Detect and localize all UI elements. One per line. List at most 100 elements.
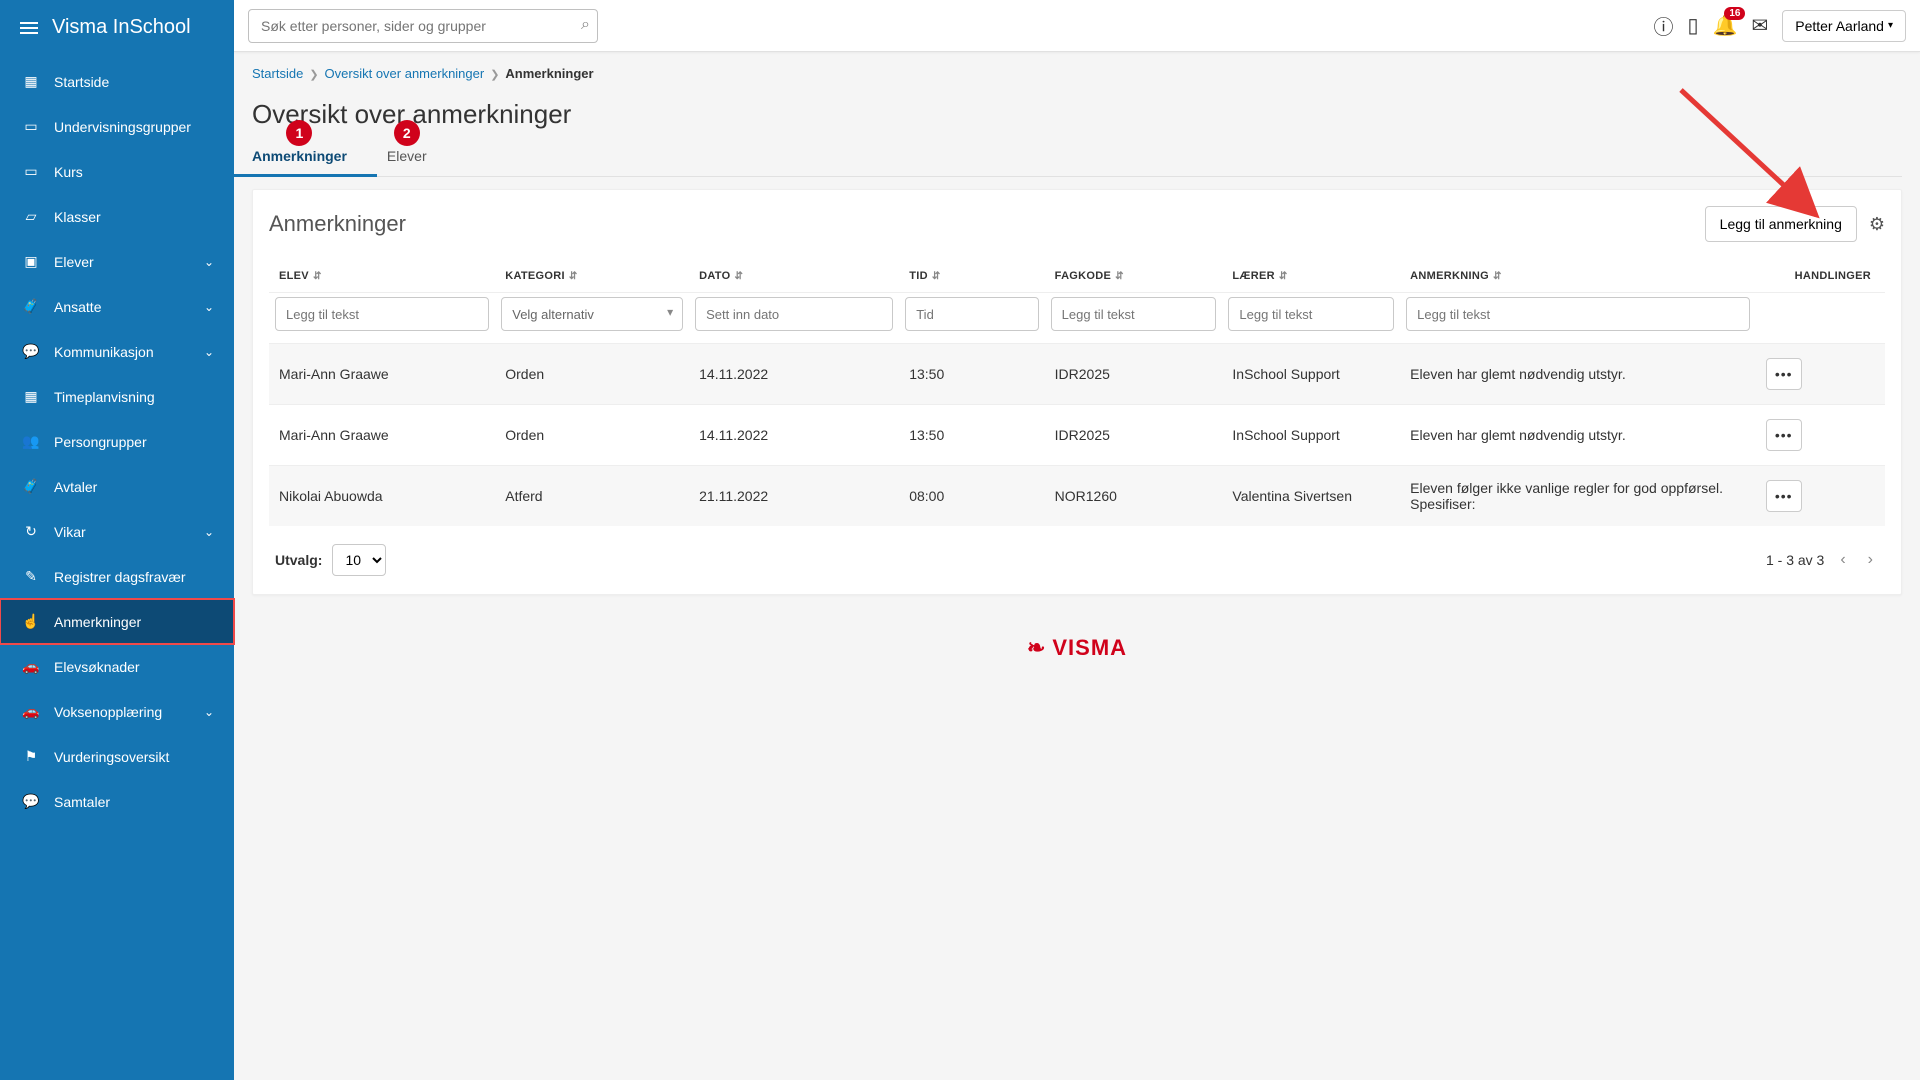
search-input[interactable] — [248, 9, 598, 43]
sidebar-item-registrer-dagsfravær[interactable]: ✎Registrer dagsfravær — [0, 554, 234, 599]
sidebar-item-voksenopplæring[interactable]: 🚗Voksenopplæring⌄ — [0, 689, 234, 734]
col-laerer[interactable]: LÆRER⇵ — [1222, 262, 1400, 293]
nav-icon: ▭ — [20, 163, 42, 180]
cell-dato: 21.11.2022 — [689, 466, 899, 527]
sidebar-item-label: Startside — [54, 74, 109, 90]
filter-anmerkning[interactable] — [1406, 297, 1750, 331]
cell-laerer: InSchool Support — [1222, 344, 1400, 405]
row-actions-button[interactable]: ••• — [1766, 419, 1802, 451]
col-handlinger: HANDLINGER — [1756, 262, 1885, 293]
sidebar: Visma InSchool ▦ Startside ▭ Undervisningsg… — [0, 0, 234, 1080]
tab-anmerkninger[interactable]: 1Anmerkninger — [252, 148, 347, 176]
filter-kategori[interactable]: Velg alternativ — [501, 297, 683, 331]
nav-icon: 🧳 — [20, 478, 42, 495]
sidebar-item-elevsøknader[interactable]: 🚗Elevsøknader — [0, 644, 234, 689]
breadcrumb: Startside❯Oversikt over anmerkninger❯Anm… — [252, 66, 1902, 81]
cell-tid: 13:50 — [899, 405, 1044, 466]
visma-logo: ❧VISMA — [1027, 635, 1127, 661]
prev-page-button[interactable]: ‹ — [1834, 547, 1851, 573]
cell-kategori: Orden — [495, 405, 689, 466]
sidebar-item-kommunikasjon[interactable]: 💬Kommunikasjon⌄ — [0, 329, 234, 374]
tab-badge: 2 — [394, 120, 420, 146]
filter-elev[interactable] — [275, 297, 489, 331]
user-menu-button[interactable]: Petter Aarland▾ — [1782, 10, 1906, 42]
col-anmerkning[interactable]: ANMERKNING⇵ — [1400, 262, 1756, 293]
gear-icon[interactable]: ⚙ — [1869, 214, 1885, 235]
breadcrumb-item[interactable]: Startside — [252, 66, 303, 81]
sidebar-item-label: Avtaler — [54, 479, 97, 495]
filter-laerer[interactable] — [1228, 297, 1394, 331]
sidebar-item-label: Undervisningsgrupper — [54, 119, 191, 135]
sidebar-item-label: Samtaler — [54, 794, 110, 810]
sidebar-item-samtaler[interactable]: 💬Samtaler — [0, 779, 234, 824]
utvalg-label: Utvalg: — [275, 552, 322, 568]
cell-anmerkning: Eleven følger ikke vanlige regler for go… — [1400, 466, 1756, 527]
help-icon[interactable]: ⓘ — [1654, 11, 1674, 40]
nav-icon: 🚗 — [20, 658, 42, 675]
bell-icon[interactable]: 🔔16 — [1713, 13, 1738, 38]
filter-tid[interactable] — [905, 297, 1038, 331]
main-area: ⌕ ⓘ ▯ 🔔16 ✉ Petter Aarland▾ Startside ❯ Ov… — [234, 0, 1920, 1080]
tab-label: Elever — [387, 148, 427, 164]
sidebar-item-avtaler[interactable]: 🧳 Avtaler — [0, 464, 234, 509]
sidebar-item-klasser[interactable]: ▱ Klasser — [0, 194, 234, 239]
col-dato[interactable]: DATO⇵ — [689, 262, 899, 293]
sidebar-item-elever[interactable]: ▣Elever⌄ — [0, 239, 234, 284]
nav-icon: ☝ — [20, 613, 42, 630]
sidebar-item-persongrupper[interactable]: 👥Persongrupper — [0, 419, 234, 464]
sidebar-item-anmerkninger[interactable]: ☝Anmerkninger — [0, 599, 234, 644]
sidebar-item-startside[interactable]: ▦ Startside — [0, 59, 234, 104]
cell-fagkode: NOR1260 — [1045, 466, 1223, 527]
nav-icon: ▱ — [20, 208, 42, 225]
breadcrumb-item[interactable]: Oversikt over anmerkninger — [325, 66, 485, 81]
chevron-down-icon: ⌄ — [204, 300, 214, 314]
sidebar-item-ansatte[interactable]: 🧳Ansatte⌄ — [0, 284, 234, 329]
panel: Anmerkninger Legg til anmerkning ⚙ ELEV⇵… — [252, 189, 1902, 595]
card-icon[interactable]: ▯ — [1688, 13, 1699, 38]
sidebar-item-vikar[interactable]: ↻Vikar⌄ — [0, 509, 234, 554]
nav-icon: 💬 — [20, 343, 42, 360]
chevron-down-icon: ⌄ — [204, 255, 214, 269]
content: Startside❯Oversikt over anmerkninger❯Anm… — [234, 52, 1920, 1080]
filter-fagkode[interactable] — [1051, 297, 1217, 331]
inbox-icon[interactable]: ✉ — [1751, 13, 1768, 38]
sidebar-item-vurderingsoversikt[interactable]: ⚑Vurderingsoversikt — [0, 734, 234, 779]
notification-badge: 16 — [1724, 7, 1745, 20]
breadcrumb-sep: ❯ — [490, 69, 499, 81]
header-row: ELEV⇵ KATEGORI⇵ DATO⇵ TID⇵ FAGKODE⇵ LÆRE… — [269, 262, 1885, 293]
sidebar-item-label: Timeplanvisning — [54, 389, 155, 405]
nav-icon: ▦ — [20, 73, 42, 90]
nav-icon: 🧳 — [20, 298, 42, 315]
nav-icon: ▭ — [20, 118, 42, 135]
cell-kategori: Atferd — [495, 466, 689, 527]
filter-dato[interactable] — [695, 297, 893, 331]
col-fagkode[interactable]: FAGKODE⇵ — [1045, 262, 1223, 293]
sidebar-item-label: Persongrupper — [54, 434, 147, 450]
tabs: 1Anmerkninger 2Elever — [252, 148, 1902, 177]
app-name: Visma InSchool — [52, 16, 191, 39]
chevron-down-icon: ⌄ — [204, 705, 214, 719]
cell-fagkode: IDR2025 — [1045, 344, 1223, 405]
col-elev[interactable]: ELEV⇵ — [269, 262, 495, 293]
sidebar-item-kurs[interactable]: ▭Kurs — [0, 149, 234, 194]
tab-elever[interactable]: 2Elever — [387, 148, 427, 176]
add-annotation-button[interactable]: Legg til anmerkning — [1705, 206, 1857, 242]
cell-anmerkning: Eleven har glemt nødvendig utstyr. — [1400, 344, 1756, 405]
sidebar-item-label: Voksenopplæring — [54, 704, 162, 720]
row-actions-button[interactable]: ••• — [1766, 358, 1802, 390]
page-size-select[interactable]: 10 — [332, 544, 386, 576]
search-wrap: ⌕ — [248, 9, 598, 43]
sidebar-item-undervisningsgrupper[interactable]: ▭ Undervisningsgrupper — [0, 104, 234, 149]
row-actions-button[interactable]: ••• — [1766, 480, 1802, 512]
table-row: Nikolai AbuowdaAtferd21.11.202208:00NOR1… — [269, 466, 1885, 527]
search-icon[interactable]: ⌕ — [581, 16, 590, 34]
hamburger-icon[interactable] — [20, 22, 38, 34]
cell-laerer: InSchool Support — [1222, 405, 1400, 466]
sidebar-nav: ▦ Startside ▭ Undervisningsgrupper ▭Kurs ▱ Kla… — [0, 55, 234, 824]
sidebar-item-label: Klasser — [54, 209, 101, 225]
col-kategori[interactable]: KATEGORI⇵ — [495, 262, 689, 293]
topbar: ⌕ ⓘ ▯ 🔔16 ✉ Petter Aarland▾ — [234, 0, 1920, 52]
next-page-button[interactable]: › — [1862, 547, 1879, 573]
col-tid[interactable]: TID⇵ — [899, 262, 1044, 293]
sidebar-item-timeplanvisning[interactable]: ▦Timeplanvisning — [0, 374, 234, 419]
